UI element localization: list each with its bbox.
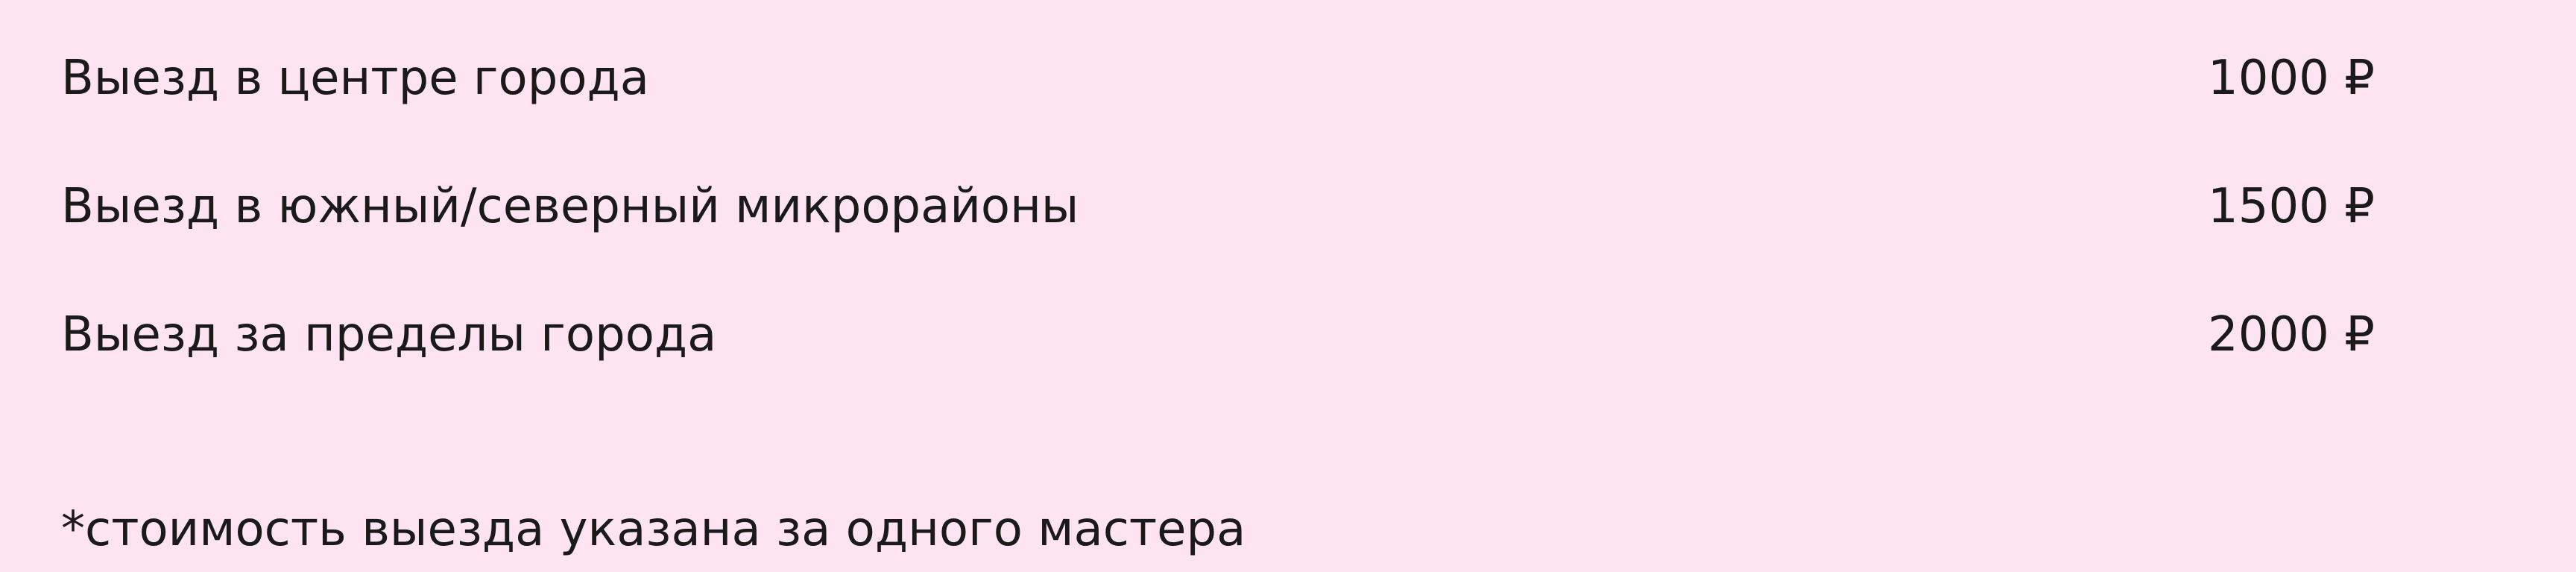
service-label: Выезд в южный/северный микрорайоны bbox=[61, 179, 1079, 234]
service-label: Выезд за пределы города bbox=[61, 307, 717, 362]
price-row-districts: Выезд в южный/северный микрорайоны 1500 … bbox=[61, 173, 2375, 240]
price-row-city-center: Выезд в центре города 1000 ₽ bbox=[61, 45, 2375, 112]
price-row-outside-city: Выезд за пределы города 2000 ₽ bbox=[61, 301, 2375, 368]
service-label: Выезд в центре города bbox=[61, 51, 649, 106]
service-price: 1000 ₽ bbox=[2208, 51, 2375, 106]
service-price: 2000 ₽ bbox=[2208, 307, 2375, 362]
price-footnote: *стоимость выезда указана за одного маст… bbox=[61, 502, 1246, 557]
service-price: 1500 ₽ bbox=[2208, 179, 2375, 234]
